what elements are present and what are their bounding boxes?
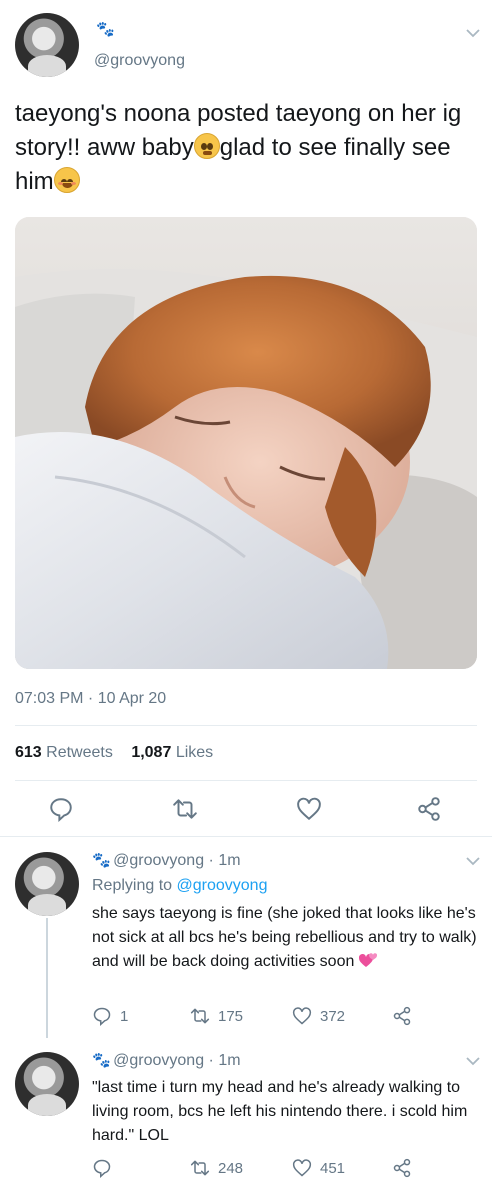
paw-emoji-icon: 🐾 <box>92 1052 111 1069</box>
like-button[interactable] <box>296 796 322 822</box>
divider <box>0 836 492 837</box>
share-icon <box>393 1006 411 1026</box>
reply-count: 1 <box>120 1007 129 1025</box>
reply-action-retweet[interactable]: 248 <box>190 1158 243 1178</box>
pleading-face-icon <box>193 133 220 159</box>
reply-action-share[interactable] <box>392 1158 412 1178</box>
likes-count: 1,087 <box>131 744 172 761</box>
reply-handle[interactable]: @groovyong · 1m <box>113 1052 240 1069</box>
smiling-face-icon <box>53 167 80 193</box>
retweet-button[interactable] <box>172 796 198 822</box>
heart-icon <box>292 1159 312 1177</box>
reply-handle[interactable]: @groovyong · 1m <box>113 852 240 869</box>
retweet-count: 248 <box>218 1159 244 1177</box>
reply-text-content: she says taeyong is fine (she joked that… <box>92 905 477 970</box>
divider <box>15 725 477 726</box>
chevron-down-icon[interactable] <box>466 1056 480 1066</box>
reply-text: she says taeyong is fine (she joked that… <box>92 902 484 974</box>
share-icon <box>418 797 440 821</box>
reply-text: "last time i turn my head and he's alrea… <box>92 1079 468 1144</box>
retweets-label: Retweets <box>46 744 113 761</box>
divider <box>15 780 477 781</box>
heart-icon <box>297 797 321 821</box>
reply-icon <box>50 798 72 823</box>
retweet-icon <box>173 799 197 819</box>
replying-to-label: Replying to <box>92 877 173 894</box>
retweets-stat[interactable]: 613 Retweets <box>15 744 113 761</box>
paw-emoji-icon: 🐾 <box>96 21 115 38</box>
user-handle[interactable]: @groovyong <box>94 52 185 70</box>
tweet-stats: 613 Retweets 1,087 Likes <box>15 744 227 762</box>
reply-action-retweet[interactable]: 175 <box>190 1006 243 1026</box>
reply-avatar[interactable] <box>15 1052 79 1116</box>
reply-icon <box>93 1007 111 1026</box>
avatar[interactable] <box>15 13 79 77</box>
reply-action-like[interactable]: 372 <box>292 1006 345 1026</box>
reply-action-like[interactable]: 451 <box>292 1158 345 1178</box>
likes-stat[interactable]: 1,087 Likes <box>131 744 213 761</box>
likes-label: Likes <box>175 744 214 761</box>
like-count: 451 <box>320 1159 346 1177</box>
chevron-down-icon[interactable] <box>466 856 480 866</box>
two-hearts-icon <box>358 951 379 969</box>
reply-action-share[interactable] <box>392 1006 412 1026</box>
replying-to-handle[interactable]: @groovyong <box>177 877 268 894</box>
tweet-photo[interactable] <box>15 217 477 669</box>
sleeping-person-image <box>15 217 477 669</box>
thread-line <box>46 918 48 1038</box>
tweet-text: taeyong's noona posted taeyong on her ig… <box>15 97 480 199</box>
reply-action-reply[interactable] <box>92 1158 120 1178</box>
paw-emoji-icon: 🐾 <box>92 852 111 869</box>
retweets-count: 613 <box>15 744 42 761</box>
heart-icon <box>292 1007 312 1025</box>
tweet-timestamp[interactable]: 07:03 PM · 10 Apr 20 <box>15 690 166 708</box>
reply-action-reply[interactable]: 1 <box>92 1006 128 1026</box>
reply-header: 🐾 @groovyong · 1m <box>92 1052 241 1070</box>
like-count: 372 <box>320 1007 346 1025</box>
retweet-icon <box>190 1008 210 1024</box>
reply-header: 🐾 @groovyong · 1m <box>92 852 241 870</box>
chevron-down-icon[interactable] <box>466 28 480 38</box>
share-button[interactable] <box>416 796 442 822</box>
share-icon <box>393 1158 411 1178</box>
retweet-icon <box>190 1160 210 1176</box>
reply-button[interactable] <box>48 796 74 823</box>
reply-icon <box>93 1159 111 1178</box>
reply-avatar[interactable] <box>15 852 79 916</box>
retweet-count: 175 <box>218 1007 244 1025</box>
replying-to: Replying to @groovyong <box>92 877 267 895</box>
